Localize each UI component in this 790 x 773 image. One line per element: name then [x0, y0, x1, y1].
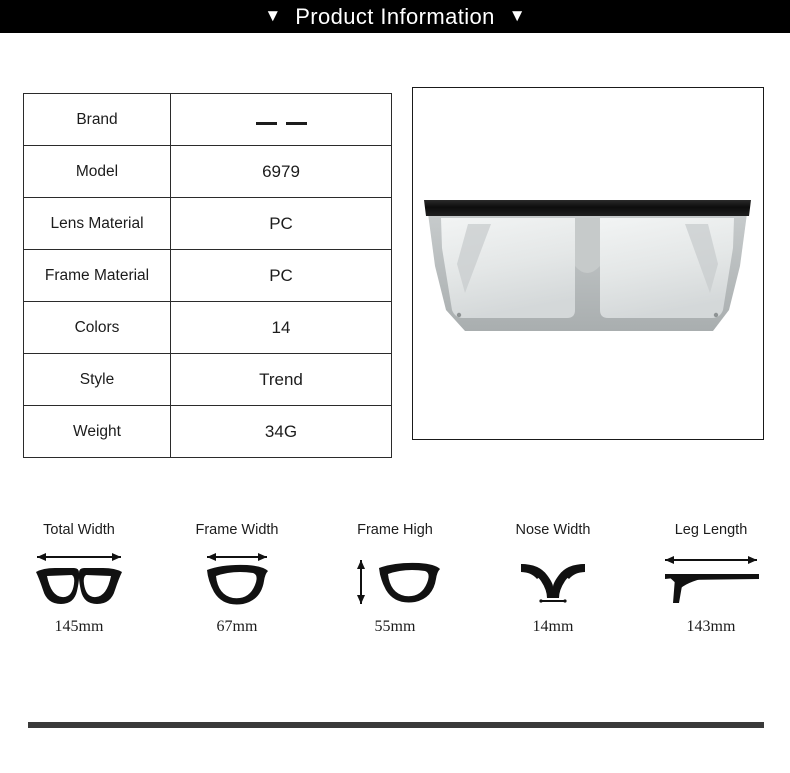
right-hinge-rivet-icon [713, 312, 719, 318]
table-row: Model 6979 [23, 145, 392, 198]
spec-key-colors: Colors [23, 301, 171, 354]
single-lens-vertical-arrow-icon [357, 560, 440, 604]
measurement-value: 14mm [532, 618, 574, 635]
brand-empty-dashes-icon [255, 121, 307, 125]
measurement-value: 143mm [686, 618, 736, 635]
table-row: Lens Material PC [23, 197, 392, 250]
left-hinge-rivet-icon [456, 312, 462, 318]
measurement-frame-high: Frame High 55mm [316, 520, 474, 636]
spec-value-lens-material: PC [170, 197, 392, 250]
measurement-leg-length: Leg Length 143mm [632, 520, 790, 636]
measurement-label: Leg Length [674, 522, 748, 538]
spec-value-colors: 14 [170, 301, 392, 354]
temple-arm-horizontal-arrow-icon [665, 556, 759, 603]
table-row: Colors 14 [23, 301, 392, 354]
measurement-diagram [185, 540, 289, 618]
measurement-value: 55mm [374, 618, 416, 635]
table-row: Brand [23, 93, 392, 146]
specifications-table: Brand Model 6979 Lens Material PC Frame … [23, 93, 392, 458]
measurement-label: Nose Width [515, 522, 591, 538]
spec-key-brand: Brand [23, 93, 171, 146]
nose-bridge-icon [521, 564, 585, 603]
measurement-label: Total Width [43, 522, 115, 538]
measurement-diagram [343, 540, 447, 618]
specifications-table-body: Brand Model 6979 Lens Material PC Frame … [23, 93, 392, 458]
product-information-header: ▼ Product Information ▼ [0, 0, 790, 33]
product-image-panel [412, 87, 764, 440]
spec-key-weight: Weight [23, 405, 171, 458]
spec-value-style: Trend [170, 353, 392, 406]
measurement-nose-width: Nose Width 14mm [474, 520, 632, 636]
page-title: Product Information [295, 3, 495, 29]
spec-key-style: Style [23, 353, 171, 406]
table-row: Weight 34G [23, 405, 392, 458]
table-row: Style Trend [23, 353, 392, 406]
measurement-diagram [501, 540, 605, 618]
measurement-diagram [655, 540, 767, 618]
spec-key-model: Model [23, 145, 171, 198]
triangle-down-left-icon: ▼ [264, 6, 282, 25]
measurements-section: Total Width 145mm Frame Width 67mm Frame… [0, 520, 790, 636]
measurement-value: 145mm [54, 618, 104, 635]
sunglasses-nose-bridge [575, 218, 600, 273]
measurement-value: 67mm [216, 618, 258, 635]
spec-value-brand [170, 93, 392, 146]
full-frame-horizontal-arrow-icon [36, 553, 122, 604]
table-row: Frame Material PC [23, 249, 392, 302]
measurement-diagram [27, 540, 131, 618]
triangle-down-right-icon: ▼ [508, 6, 526, 25]
measurement-label: Frame High [357, 522, 433, 538]
spec-value-model: 6979 [170, 145, 392, 198]
bottom-divider [28, 722, 764, 728]
measurement-frame-width: Frame Width 67mm [158, 520, 316, 636]
sunglasses-top-bar [424, 200, 751, 216]
spec-value-frame-material: PC [170, 249, 392, 302]
measurement-total-width: Total Width 145mm [0, 520, 158, 636]
spec-key-frame-material: Frame Material [23, 249, 171, 302]
spec-value-weight: 34G [170, 405, 392, 458]
measurement-label: Frame Width [195, 522, 279, 538]
sunglasses-product-image [413, 88, 762, 438]
single-lens-horizontal-arrow-icon [207, 553, 268, 605]
spec-key-lens-material: Lens Material [23, 197, 171, 250]
